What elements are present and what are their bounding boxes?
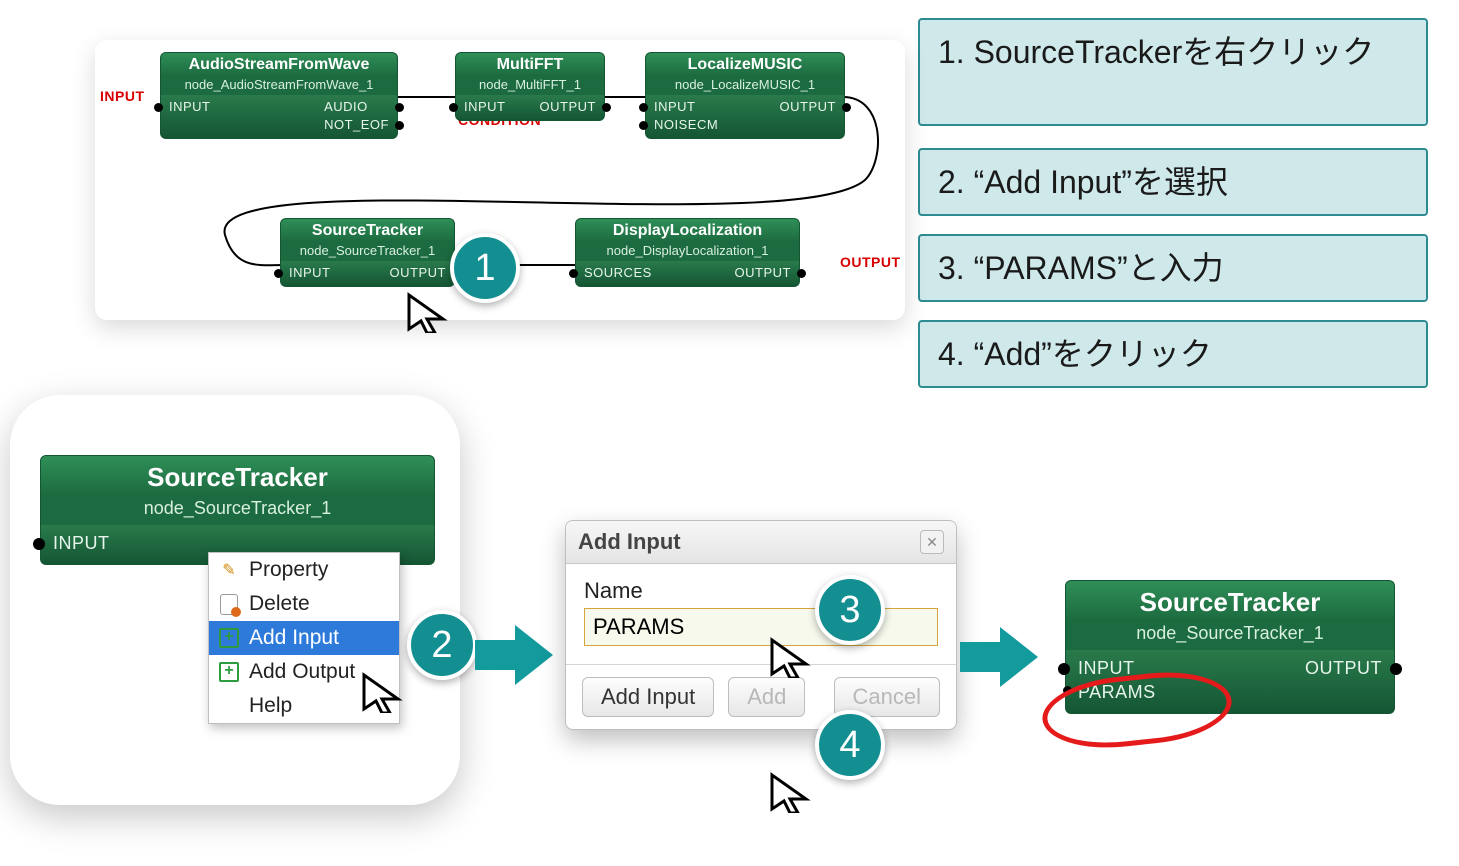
node-multifft[interactable]: MultiFFT node_MultiFFT_1 INPUT OUTPUT xyxy=(455,52,605,121)
instruction-step-4: 4. “Add”をクリック xyxy=(918,320,1428,388)
port-in[interactable]: NOISECM xyxy=(654,117,718,132)
node-id: node_SourceTracker_1 xyxy=(280,242,455,261)
instruction-step-2: 2. “Add Input”を選択 xyxy=(918,148,1428,216)
cursor-icon xyxy=(768,628,812,678)
add-input-dialog: Add Input ✕ Name Add Input Add Cancel xyxy=(565,520,957,730)
menu-item-property[interactable]: ✎ Property xyxy=(209,553,399,587)
port-out[interactable]: OUTPUT xyxy=(390,265,446,280)
node-title: DisplayLocalization xyxy=(575,218,800,242)
step-badge-4: 4 xyxy=(815,710,885,780)
plus-icon: + xyxy=(219,628,239,648)
port-in[interactable]: SOURCES xyxy=(584,265,652,280)
field-label-name: Name xyxy=(584,578,643,603)
cursor-icon xyxy=(768,763,812,813)
node-title: AudioStreamFromWave xyxy=(160,52,398,76)
cursor-icon xyxy=(360,663,404,713)
flow-arrow-icon xyxy=(475,620,555,690)
port-in[interactable]: INPUT xyxy=(169,99,211,114)
step-badge-2: 2 xyxy=(407,610,477,680)
node-id: node_SourceTracker_1 xyxy=(40,496,435,525)
add-input-secondary-button[interactable]: Add Input xyxy=(582,677,714,717)
close-icon: ✕ xyxy=(926,534,938,551)
external-input-label: INPUT xyxy=(100,88,145,104)
menu-item-delete[interactable]: Delete xyxy=(209,587,399,621)
node-sourcetracker-zoom[interactable]: SourceTracker node_SourceTracker_1 INPUT xyxy=(40,455,435,565)
page-delete-icon xyxy=(219,594,239,614)
node-title: LocalizeMUSIC xyxy=(645,52,845,76)
node-title: SourceTracker xyxy=(1065,580,1395,621)
menu-label: Property xyxy=(249,558,328,582)
node-displaylocalization[interactable]: DisplayLocalization node_DisplayLocaliza… xyxy=(575,218,800,287)
port-out[interactable]: OUTPUT xyxy=(780,99,836,114)
port-out[interactable]: AUDIO xyxy=(324,99,389,114)
menu-item-add-input[interactable]: + Add Input xyxy=(209,621,399,655)
name-input[interactable] xyxy=(584,608,938,646)
node-sourcetracker[interactable]: SourceTracker node_SourceTracker_1 INPUT… xyxy=(280,218,455,287)
flow-arrow-icon xyxy=(960,622,1040,692)
port-out[interactable]: OUTPUT xyxy=(1305,658,1382,679)
menu-label: Add Input xyxy=(249,626,339,650)
port-in[interactable]: INPUT xyxy=(464,99,506,114)
port-in[interactable]: INPUT xyxy=(654,99,718,114)
node-id: node_MultiFFT_1 xyxy=(455,76,605,95)
port-in[interactable]: INPUT xyxy=(289,265,331,280)
add-button[interactable]: Add xyxy=(728,677,805,717)
instruction-step-3: 3. “PARAMS”と入力 xyxy=(918,234,1428,302)
port-out[interactable]: OUTPUT xyxy=(735,265,791,280)
step-badge-3: 3 xyxy=(815,575,885,645)
node-id: node_AudioStreamFromWave_1 xyxy=(160,76,398,95)
node-id: node_LocalizeMUSIC_1 xyxy=(645,76,845,95)
plus-icon: + xyxy=(219,662,239,682)
port-out[interactable]: OUTPUT xyxy=(540,99,596,114)
instruction-step-1: 1. SourceTrackerを右クリック xyxy=(918,18,1428,126)
blank-icon xyxy=(219,696,239,716)
step-badge-1: 1 xyxy=(450,233,520,303)
pencil-icon: ✎ xyxy=(219,560,239,580)
menu-label: Add Output xyxy=(249,660,355,684)
node-title: MultiFFT xyxy=(455,52,605,76)
external-output-label: OUTPUT xyxy=(840,254,901,270)
menu-label: Delete xyxy=(249,592,310,616)
menu-label: Help xyxy=(249,694,292,718)
node-title: SourceTracker xyxy=(280,218,455,242)
node-localizemusic[interactable]: LocalizeMUSIC node_LocalizeMUSIC_1 INPUT… xyxy=(645,52,845,139)
dialog-close-button[interactable]: ✕ xyxy=(920,530,944,554)
node-id: node_SourceTracker_1 xyxy=(1065,621,1395,650)
cursor-icon xyxy=(405,283,449,333)
node-id: node_DisplayLocalization_1 xyxy=(575,242,800,261)
node-audiostreamfromwave[interactable]: AudioStreamFromWave node_AudioStreamFrom… xyxy=(160,52,398,139)
dialog-title: Add Input xyxy=(578,529,681,555)
port-in[interactable]: INPUT xyxy=(53,533,110,554)
port-out[interactable]: NOT_EOF xyxy=(324,117,389,132)
node-title: SourceTracker xyxy=(40,455,435,496)
